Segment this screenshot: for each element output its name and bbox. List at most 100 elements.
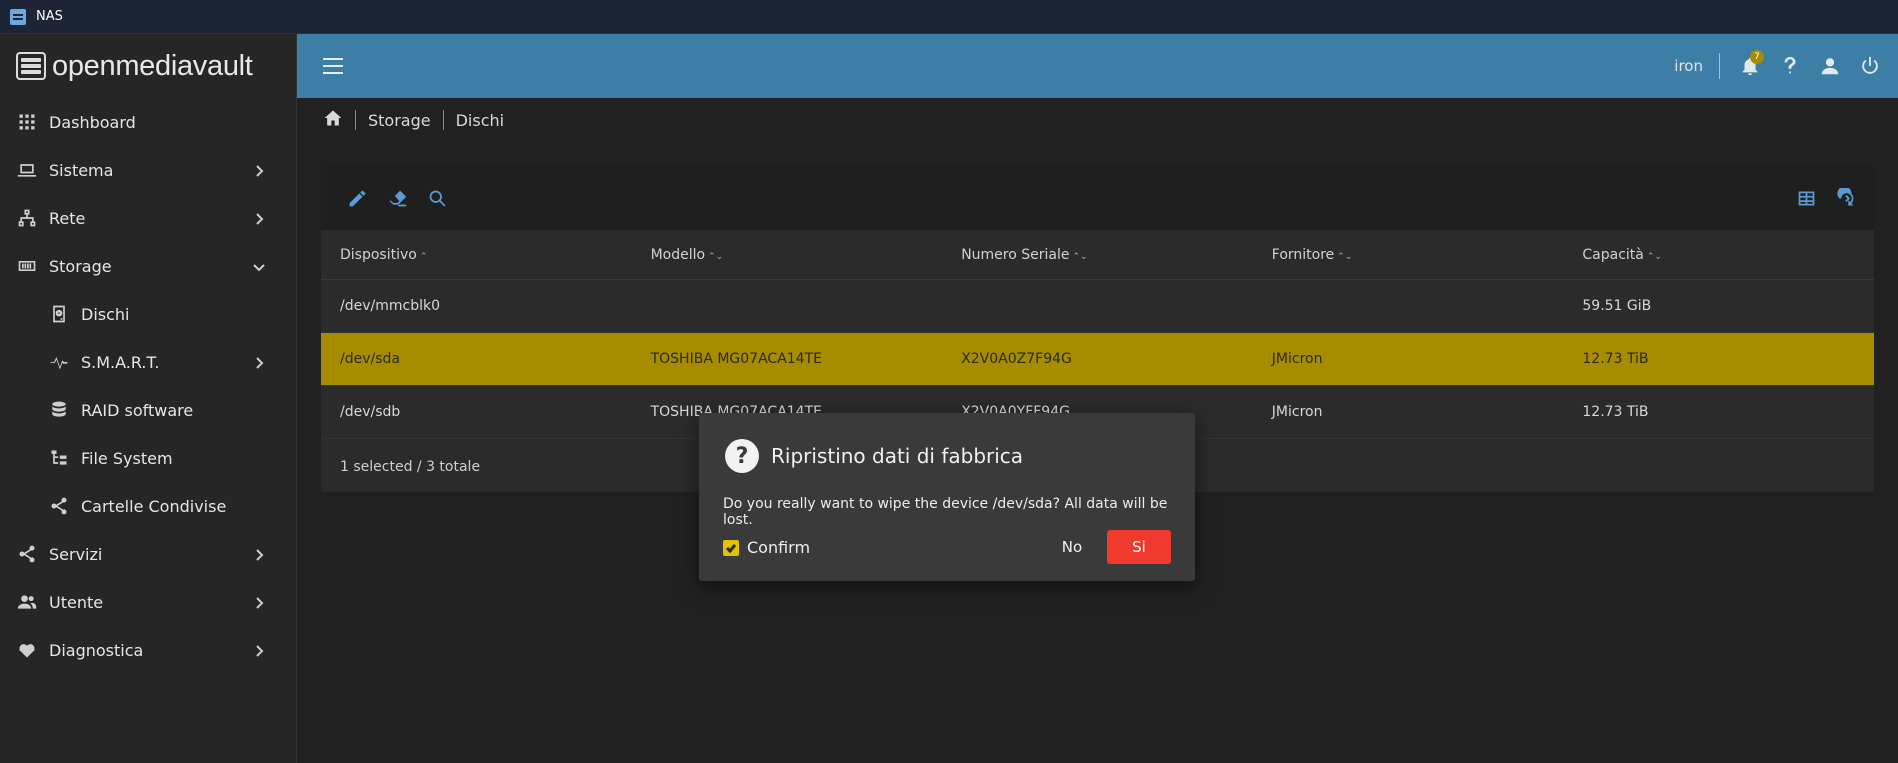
refresh-icon — [1836, 187, 1853, 205]
sidebar-item-label: Utente — [49, 592, 104, 612]
chevron-right-icon — [252, 163, 266, 177]
users-icon — [16, 591, 38, 613]
search-button[interactable] — [425, 186, 449, 210]
chevron-right-icon — [252, 643, 266, 657]
database-icon — [48, 399, 70, 421]
power-icon — [1862, 56, 1878, 74]
search-icon — [429, 190, 446, 207]
table-toolbar — [321, 166, 1874, 230]
sidebar-item-label: S.M.A.R.T. — [81, 352, 160, 372]
selection-count: 1 selected / 3 totale — [340, 459, 481, 475]
laptop-icon — [16, 159, 38, 181]
network-icon — [16, 207, 38, 229]
sidebar-item-servizi[interactable]: Servizi — [0, 530, 296, 578]
table-header: Dispositivo ⌃ Modello ⌃⌄ Numero Seriale ⌃⌄ … — [321, 230, 1874, 280]
breadcrumb-dischi: Dischi — [455, 110, 505, 130]
dialog-title: Ripristino dati di fabbrica — [771, 444, 1024, 468]
column-label: Numero Seriale — [961, 246, 1070, 263]
sidebar-item-label: Storage — [49, 256, 112, 276]
column-label: Dispositivo — [340, 246, 417, 263]
breadcrumb-storage[interactable]: Storage — [368, 111, 431, 130]
dialog-header: ? Ripristino dati di fabbrica — [699, 413, 1195, 473]
cell-vendor: JMicron — [1271, 404, 1323, 420]
confirm-checkbox[interactable]: Confirm — [723, 538, 810, 557]
user-menu-button[interactable] — [1810, 46, 1850, 86]
home-icon[interactable] — [323, 108, 343, 132]
header-actions: iron 7 — [1674, 34, 1898, 98]
breadcrumb-separator — [355, 110, 356, 130]
cell-capacity: 12.73 TiB — [1582, 404, 1649, 420]
power-button[interactable] — [1850, 46, 1890, 86]
toolbar-right — [1778, 186, 1858, 210]
menu-icon[interactable] — [323, 58, 343, 74]
sidebar-item-utente[interactable]: Utente — [0, 578, 296, 626]
cell-device: /dev/sdb — [340, 404, 401, 420]
no-button[interactable]: No — [1043, 530, 1101, 564]
chevron-down-icon — [252, 259, 266, 273]
cell-serial: X2V0A0Z7F94G — [961, 351, 1072, 367]
sidebar-item-sistema[interactable]: Sistema — [0, 146, 296, 194]
sidebar-item-storage[interactable]: Storage — [0, 242, 296, 290]
sidebar-item-label: Sistema — [49, 160, 114, 180]
wipe-confirm-dialog: ? Ripristino dati di fabbrica Do you rea… — [699, 413, 1195, 581]
notification-badge: 7 — [1750, 50, 1764, 64]
sidebar-item-label: Servizi — [49, 544, 103, 564]
cell-device: /dev/mmcblk0 — [340, 298, 440, 314]
column-header-capacita[interactable]: Capacità ⌃⌄ — [1563, 247, 1874, 263]
table-row-selected[interactable]: /dev/sda TOSHIBA MG07ACA14TE X2V0A0Z7F94… — [321, 333, 1874, 386]
file-tree-icon — [48, 447, 70, 469]
sidebar-item-diagnostica[interactable]: Diagnostica — [0, 626, 296, 674]
top-header: iron 7 — [297, 34, 1898, 98]
sidebar-item-file-system[interactable]: File System — [0, 434, 296, 482]
sidebar-item-label: RAID software — [81, 400, 194, 420]
chevron-right-icon — [252, 547, 266, 561]
sort-asc-icon: ⌃ — [419, 251, 428, 262]
brand-logo[interactable]: openmediavault — [0, 34, 296, 98]
columns-button[interactable] — [1794, 186, 1818, 210]
header-divider — [1719, 53, 1720, 79]
nas-icon — [16, 52, 46, 80]
sidebar-item-label: Cartelle Condivise — [81, 496, 227, 516]
sort-icon: ⌃⌄ — [1337, 251, 1353, 262]
confirm-label: Confirm — [747, 538, 811, 557]
sidebar-item-raid-software[interactable]: RAID software — [0, 386, 296, 434]
wipe-button[interactable] — [385, 186, 409, 210]
cell-model: TOSHIBA MG07ACA14TE — [650, 351, 822, 367]
column-header-dispositivo[interactable]: Dispositivo ⌃ — [321, 247, 632, 263]
app-icon — [10, 8, 26, 25]
cell-capacity: 12.73 TiB — [1582, 351, 1649, 367]
sort-icon: ⌃⌄ — [708, 251, 724, 262]
sidebar-nav: Dashboard Sistema Rete Storage Dischi S.… — [0, 98, 296, 674]
sidebar-item-dischi[interactable]: Dischi — [0, 290, 296, 338]
breadcrumb: Storage Dischi — [323, 109, 504, 131]
chevron-right-icon — [252, 595, 266, 609]
help-icon — [1784, 56, 1796, 74]
share-icon — [48, 495, 70, 517]
sidebar-item-smart[interactable]: S.M.A.R.T. — [0, 338, 296, 386]
column-header-fornitore[interactable]: Fornitore ⌃⌄ — [1253, 247, 1564, 263]
sidebar-item-cartelle-condivise[interactable]: Cartelle Condivise — [0, 482, 296, 530]
notifications-button[interactable]: 7 — [1730, 46, 1770, 86]
yes-button[interactable]: Si — [1107, 530, 1171, 564]
column-header-numero-seriale[interactable]: Numero Seriale ⌃⌄ — [942, 247, 1253, 263]
edit-button[interactable] — [345, 186, 369, 210]
cell-capacity: 59.51 GiB — [1582, 298, 1652, 314]
refresh-button[interactable] — [1834, 186, 1858, 210]
checkbox-checked-icon[interactable] — [723, 539, 739, 556]
sidebar-item-rete[interactable]: Rete — [0, 194, 296, 242]
brand-name: openmediavault — [52, 49, 253, 82]
sidebar-item-label: Dischi — [81, 304, 130, 324]
table-columns-icon — [1798, 191, 1814, 205]
help-button[interactable] — [1770, 46, 1810, 86]
heart-pulse-icon — [16, 639, 38, 661]
window-title: NAS — [36, 9, 63, 24]
eraser-icon — [389, 190, 406, 206]
cell-vendor: JMicron — [1271, 351, 1323, 367]
sidebar-item-dashboard[interactable]: Dashboard — [0, 98, 296, 146]
column-label: Modello — [650, 246, 706, 263]
window-titlebar: NAS — [0, 0, 1898, 34]
table-row[interactable]: /dev/mmcblk0 59.51 GiB — [321, 280, 1874, 333]
column-label: Fornitore — [1271, 246, 1335, 263]
column-header-modello[interactable]: Modello ⌃⌄ — [632, 247, 943, 263]
hard-disk-icon — [48, 303, 70, 325]
